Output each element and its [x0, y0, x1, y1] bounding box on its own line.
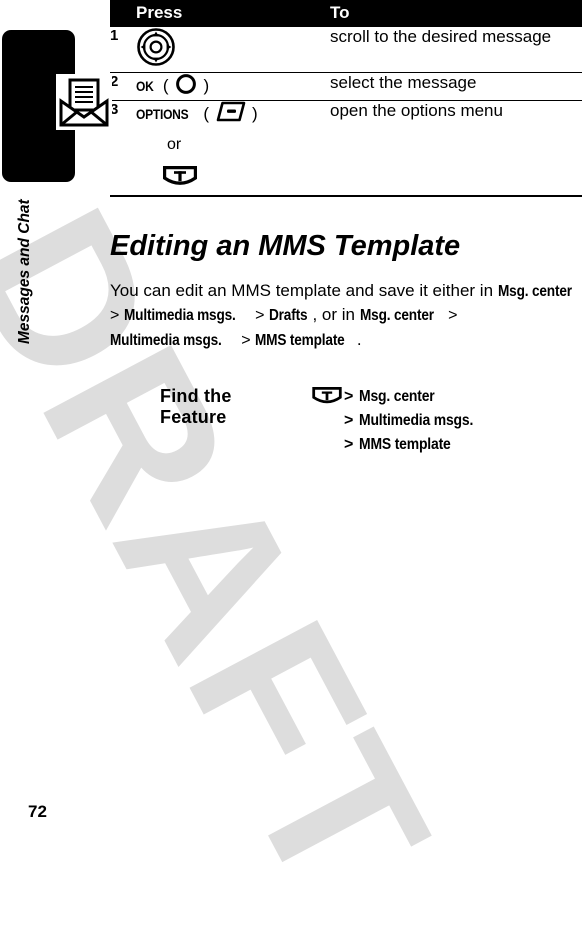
- body-part-3: .: [356, 330, 362, 350]
- step-number: 2: [110, 72, 136, 101]
- column-header-to: To: [330, 0, 582, 27]
- find-the-feature-label: Find the Feature: [160, 385, 232, 428]
- path-item[interactable]: Msg. center: [359, 388, 435, 406]
- page-content: Press To 1 scroll to the desired message…: [110, 0, 582, 836]
- path-separator: >: [443, 307, 458, 325]
- step-number: 1: [110, 26, 136, 73]
- path-row: > MMS template: [312, 434, 486, 456]
- column-header-press: Press: [136, 0, 330, 27]
- menu-reference: Drafts: [268, 307, 308, 325]
- path-separator: >: [236, 332, 256, 350]
- open-paren: (: [203, 103, 210, 123]
- path-arrow: >: [344, 387, 354, 405]
- section-title: Editing an MMS Template: [110, 229, 461, 262]
- path-item[interactable]: Multimedia msgs.: [359, 412, 473, 430]
- body-part-1: You can edit an MMS template and save it…: [110, 280, 498, 300]
- step-number: 3: [110, 100, 136, 197]
- body-part-2: , or in: [312, 305, 360, 325]
- path-separator: >: [110, 307, 124, 325]
- path-arrow: >: [344, 411, 354, 429]
- or-separator: or: [167, 135, 182, 153]
- chapter-title: Messages and Chat: [16, 199, 33, 344]
- press-to-table: Press To 1 scroll to the desired message…: [110, 0, 582, 197]
- path-item[interactable]: MMS template: [359, 436, 451, 454]
- path-arrow: >: [344, 435, 354, 453]
- close-paren: ): [251, 103, 258, 123]
- open-paren: (: [162, 76, 169, 96]
- navigation-key-icon[interactable]: [136, 27, 176, 72]
- step-description: open the options menu: [330, 100, 582, 197]
- soft-key-icon[interactable]: [216, 101, 246, 127]
- center-select-key-icon[interactable]: [175, 73, 197, 100]
- path-separator: >: [250, 307, 269, 325]
- path-row: > Multimedia msgs.: [312, 410, 486, 432]
- find-the-feature-path: > Msg. center > Multimedia msgs. > MMS t…: [295, 386, 486, 458]
- chapter-sidebar: Messages and Chat 72: [0, 0, 112, 836]
- menu-reference: Multimedia msgs.: [110, 332, 222, 350]
- menu-key-icon[interactable]: [163, 165, 330, 193]
- page-number: 72: [28, 802, 47, 821]
- menu-reference: MMS template: [255, 332, 345, 350]
- menu-reference: Msg. center: [359, 307, 434, 325]
- table-header-row: Press To: [110, 0, 582, 27]
- find-the-feature-block: Find the Feature > Msg. center > Multime…: [110, 386, 582, 458]
- menu-key-icon[interactable]: [312, 387, 342, 406]
- close-paren: ): [203, 76, 210, 96]
- step-press-cell: OK ( ): [136, 72, 330, 101]
- menu-reference: Multimedia msgs.: [123, 307, 236, 325]
- table-row: 1 scroll to the desired message: [110, 26, 582, 73]
- table-row: 3 OPTIONS ( ) or open the options menu: [110, 100, 582, 197]
- step-description: select the message: [330, 72, 582, 101]
- step-description: scroll to the desired message: [330, 26, 582, 73]
- column-header-number: [110, 0, 136, 27]
- path-row: > Msg. center: [312, 386, 486, 408]
- table-row: 2 OK ( ) select the message: [110, 72, 582, 101]
- menu-reference: Msg. center: [497, 282, 572, 300]
- step-press-cell: [136, 26, 330, 73]
- envelope-icon: [56, 74, 112, 130]
- options-key-label: OPTIONS: [136, 105, 189, 122]
- ok-key-label: OK: [136, 78, 154, 95]
- section-body: You can edit an MMS template and save it…: [110, 279, 582, 353]
- step-press-cell: OPTIONS ( ) or: [136, 100, 330, 197]
